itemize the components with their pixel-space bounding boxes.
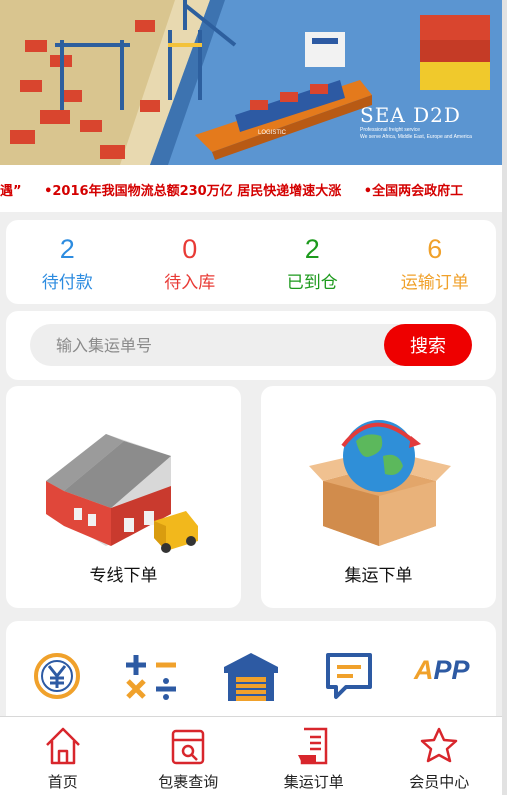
stat-label: 运输订单	[400, 273, 469, 293]
warehouse-icon[interactable]	[222, 651, 280, 701]
stat-value: 0	[182, 234, 198, 264]
ticker-item[interactable]: •2016年我国物流总额230万亿 居民快递增速大涨	[44, 184, 341, 199]
stat-transport-orders[interactable]: 6 运输订单	[374, 220, 497, 304]
consolidation-order-label: 集运下单	[344, 566, 413, 586]
stat-label: 已到仓	[286, 273, 338, 293]
app-letters-pp: PP	[433, 655, 470, 685]
tab-home[interactable]: 首页	[0, 717, 126, 795]
tab-consolidation-orders[interactable]: 集运订单	[251, 717, 377, 795]
app-icon[interactable]: APP	[414, 655, 470, 686]
dedicated-line-order-label: 专线下单	[89, 566, 158, 586]
package-search-icon	[172, 729, 205, 765]
tab-label: 集运订单	[283, 773, 344, 791]
stat-label: 待付款	[41, 273, 93, 293]
banner-subtitle-line-2: We serve Africa, Middle East, Europe and…	[360, 134, 472, 140]
search-card: 搜索	[6, 311, 496, 380]
tab-member-center[interactable]: 会员中心	[377, 717, 503, 795]
search-button[interactable]: 搜索	[384, 324, 472, 366]
svg-text:LOGISTIC: LOGISTIC	[258, 130, 287, 136]
top-banner[interactable]: LOGISTIC SEA D2D Professional freight se…	[0, 0, 502, 165]
tracking-number-input[interactable]	[30, 324, 440, 366]
message-icon[interactable]	[324, 651, 374, 701]
stat-value: 6	[427, 234, 443, 264]
calculator-icon[interactable]	[124, 651, 180, 701]
home-icon	[45, 727, 80, 765]
stat-value: 2	[59, 234, 75, 264]
ticker-item[interactable]: 遇”	[0, 184, 22, 199]
warehouse-truck-icon	[46, 434, 198, 553]
stat-value: 2	[304, 234, 320, 264]
tab-label: 首页	[47, 773, 78, 791]
app-letter-a: A	[414, 655, 434, 685]
tab-label: 包裹查询	[158, 773, 219, 791]
tab-label: 会员中心	[409, 773, 470, 791]
banner-subtitle-line-1: Professional freight service	[360, 127, 421, 133]
tab-package-query[interactable]: 包裹查询	[126, 717, 252, 795]
news-ticker[interactable]: 遇” •2016年我国物流总额230万亿 居民快递增速大涨 •全国两会政府工	[0, 165, 502, 212]
order-doc-icon	[297, 727, 327, 765]
bottom-tab-bar: 首页 包裹查询 集运订单 会员中心	[0, 716, 502, 795]
stat-pending-storage[interactable]: 0 待入库	[129, 220, 252, 304]
star-icon	[421, 727, 458, 763]
dedicated-line-order-card[interactable]: 专线下单	[6, 386, 241, 608]
consolidation-order-card[interactable]: 集运下单	[261, 386, 496, 608]
stat-arrived-warehouse[interactable]: 2 已到仓	[251, 220, 374, 304]
stat-label: 待入库	[164, 273, 216, 293]
globe-box-icon	[309, 420, 451, 546]
banner-subtitle: Professional freight service We serve Af…	[360, 127, 500, 141]
order-status-summary: 2 待付款 0 待入库 2 已到仓 6 运输订单	[6, 220, 496, 304]
ticker-item[interactable]: •全国两会政府工	[364, 184, 463, 199]
banner-brand: SEA D2D	[360, 103, 461, 127]
yuan-coin-icon[interactable]	[32, 651, 82, 701]
stat-pending-payment[interactable]: 2 待付款	[6, 220, 129, 304]
scrollbar[interactable]	[502, 0, 507, 795]
ticker-track: 遇” •2016年我国物流总额230万亿 居民快递增速大涨 •全国两会政府工	[0, 180, 481, 199]
